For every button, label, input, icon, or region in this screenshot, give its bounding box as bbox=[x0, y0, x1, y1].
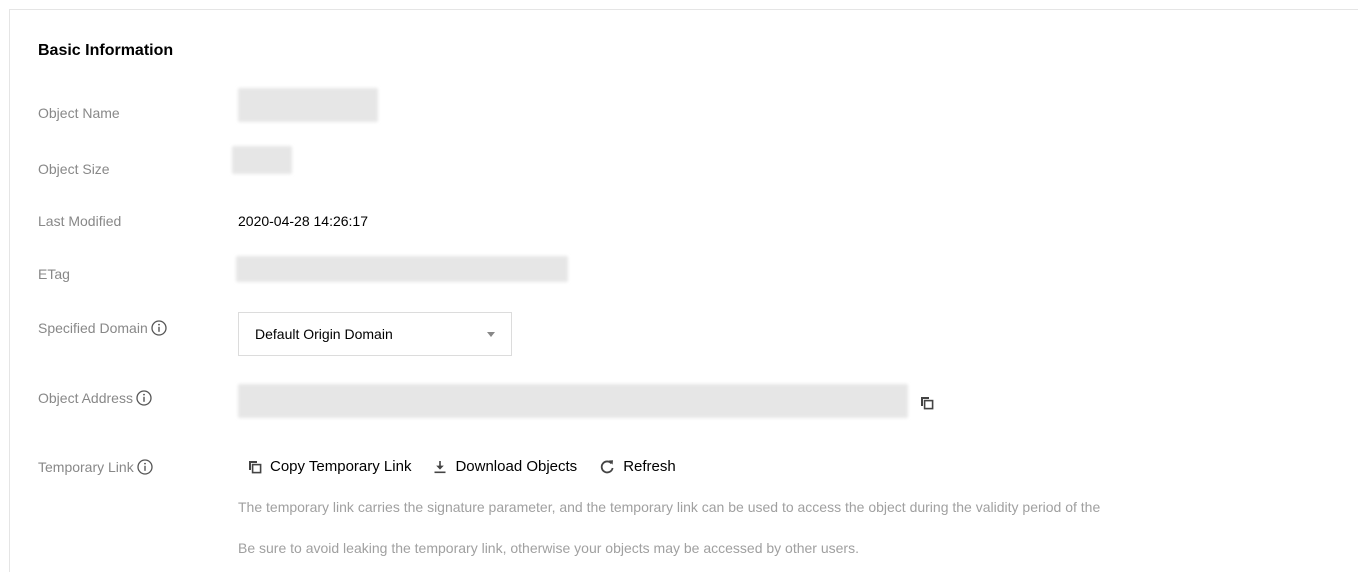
specified-domain-label: Specified Domain bbox=[38, 320, 167, 336]
specified-domain-label-text: Specified Domain bbox=[38, 320, 148, 336]
copy-icon bbox=[249, 460, 262, 473]
object-size-label: Object Size bbox=[38, 161, 110, 177]
last-modified-label: Last Modified bbox=[38, 213, 121, 229]
temporary-link-label: Temporary Link bbox=[38, 459, 153, 475]
object-name-value-redacted bbox=[238, 88, 378, 122]
copy-temporary-link-button[interactable]: Copy Temporary Link bbox=[248, 458, 411, 475]
last-modified-value: 2020-04-28 14:26:17 bbox=[238, 213, 368, 229]
refresh-label: Refresh bbox=[623, 458, 676, 475]
object-size-value-redacted bbox=[232, 146, 292, 174]
object-address-value-redacted bbox=[238, 384, 908, 418]
last-modified-label-text: Last Modified bbox=[38, 213, 122, 229]
info-circle-icon[interactable] bbox=[137, 459, 153, 475]
info-circle-icon[interactable] bbox=[136, 390, 152, 406]
domain-select[interactable]: Default Origin Domain bbox=[238, 312, 512, 356]
copy-temporary-link-label: Copy Temporary Link bbox=[270, 458, 412, 475]
domain-select-value: Default Origin Domain bbox=[255, 326, 393, 342]
download-objects-label: Download Objects bbox=[455, 458, 578, 475]
object-name-label: Object Name bbox=[38, 105, 120, 121]
object-name-label-text: Object Name bbox=[38, 105, 120, 121]
basic-info-panel: Basic Information Object Name Object Siz… bbox=[9, 9, 1358, 572]
object-address-label: Object Address bbox=[38, 390, 152, 406]
section-title: Basic Information bbox=[38, 42, 174, 59]
etag-value-redacted bbox=[236, 256, 568, 282]
object-address-label-text: Object Address bbox=[38, 390, 133, 406]
info-circle-icon[interactable] bbox=[151, 320, 167, 336]
refresh-icon bbox=[601, 459, 614, 473]
object-size-label-text: Object Size bbox=[38, 161, 110, 177]
etag-label-text: ETag bbox=[38, 266, 70, 282]
temporary-link-hint-1: The temporary link carries the signature… bbox=[238, 499, 1101, 515]
download-icon bbox=[434, 460, 446, 473]
temporary-link-label-text: Temporary Link bbox=[38, 459, 134, 475]
temporary-link-actions: Copy Temporary Link Download Objects Ref… bbox=[248, 458, 698, 475]
caret-down-icon bbox=[487, 332, 495, 337]
copy-icon[interactable] bbox=[920, 396, 934, 410]
temporary-link-hint-2: Be sure to avoid leaking the temporary l… bbox=[238, 540, 859, 556]
download-objects-button[interactable]: Download Objects bbox=[433, 458, 577, 475]
etag-label: ETag bbox=[38, 266, 70, 282]
refresh-button[interactable]: Refresh bbox=[599, 458, 676, 475]
